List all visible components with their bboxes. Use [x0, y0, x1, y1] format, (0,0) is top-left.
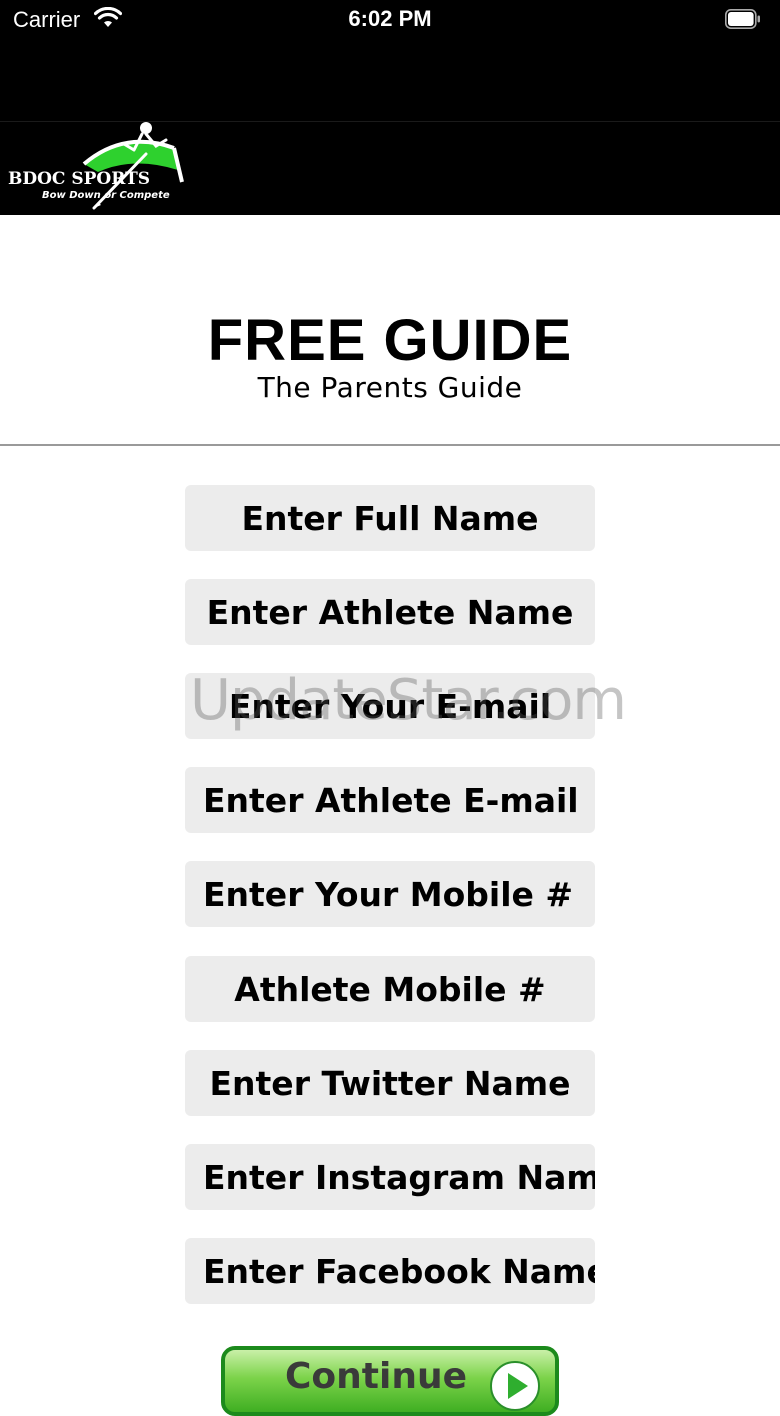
athlete-email-field[interactable]: Enter Athlete E-mail	[185, 767, 595, 833]
twitter-name-field[interactable]: Enter Twitter Name	[185, 1050, 595, 1116]
svg-text:BDOC SPORTS: BDOC SPORTS	[8, 169, 150, 189]
your-email-field[interactable]: Enter Your E-mail	[185, 673, 595, 739]
facebook-name-field[interactable]: Enter Facebook Name	[185, 1238, 595, 1304]
battery-icon	[725, 9, 760, 29]
status-bar: Carrier 6:02 PM	[0, 0, 780, 40]
divider	[0, 444, 780, 446]
athlete-mobile-field[interactable]: Athlete Mobile #	[185, 956, 595, 1022]
status-time: 6:02 PM	[348, 6, 432, 31]
continue-label: Continue	[285, 1356, 468, 1397]
bdoc-sports-logo-icon: BDOC SPORTS Bow Down or Compete	[8, 122, 184, 210]
continue-button[interactable]: Continue	[221, 1346, 559, 1416]
full-name-field[interactable]: Enter Full Name	[185, 485, 595, 551]
your-mobile-field[interactable]: Enter Your Mobile #	[185, 861, 595, 927]
svg-text:Bow Down or Compete: Bow Down or Compete	[42, 190, 170, 201]
navigation-bar	[0, 40, 780, 121]
athlete-name-field[interactable]: Enter Athlete Name	[185, 579, 595, 645]
play-arrow-icon	[490, 1361, 540, 1411]
app-header: BDOC SPORTS Bow Down or Compete	[0, 121, 780, 215]
instagram-name-field[interactable]: Enter Instagram Name	[185, 1144, 595, 1210]
page-title: FREE GUIDE	[207, 308, 573, 373]
title-block: FREE GUIDE The Parents Guide	[0, 215, 780, 445]
page-subtitle: The Parents Guide	[257, 371, 523, 404]
